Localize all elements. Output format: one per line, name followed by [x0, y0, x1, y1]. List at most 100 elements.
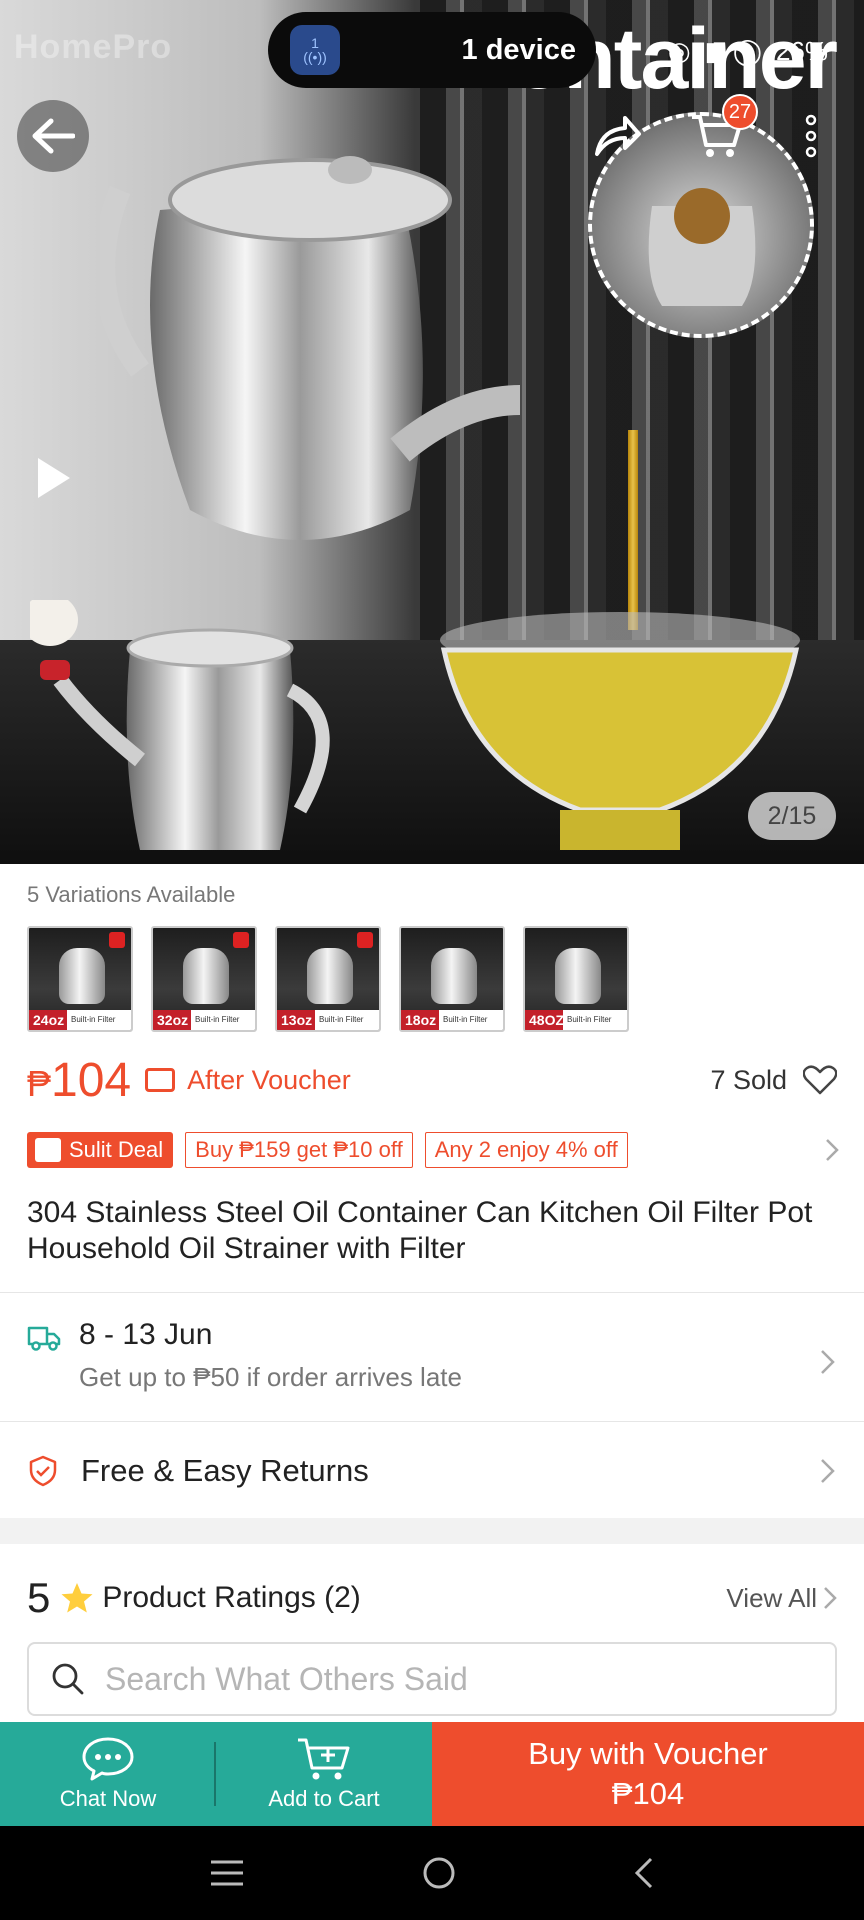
voucher-icon — [145, 1068, 176, 1092]
shipping-guarantee: Get up to ₱50 if order arrives late — [79, 1362, 462, 1392]
sold-count: 7 Sold — [710, 1064, 787, 1095]
after-voucher-label: After Voucher — [187, 1064, 351, 1095]
price-amount: 104 — [51, 1053, 132, 1107]
variation-size-tag: 48OZ — [525, 1010, 569, 1030]
review-search-input[interactable] — [105, 1660, 785, 1698]
kettle-illustration — [100, 156, 520, 540]
price-row: ₱104 After Voucher 7 Sold — [27, 1050, 837, 1110]
product-title: 304 Stainless Steel Oil Container Can Ki… — [27, 1196, 813, 1265]
shipping-row[interactable]: 8 - 13 Jun Get up to ₱50 if order arrive… — [27, 1318, 837, 1408]
variation-strip-text: Built-in Filter — [563, 1010, 627, 1030]
variation-size-tag: 32oz — [153, 1010, 193, 1030]
ratings-label: Product Ratings (2) — [102, 1581, 361, 1614]
truck-icon — [27, 1326, 61, 1351]
recent-apps-icon[interactable] — [209, 1859, 245, 1887]
status-bar: ◎ ▮ ◯ 26% — [668, 36, 828, 67]
variation-thumb[interactable]: 48OZ Built-in Filter — [523, 926, 629, 1032]
share-button[interactable] — [582, 100, 654, 172]
buy-with-voucher-price: ₱104 — [611, 1776, 685, 1811]
buy-with-voucher-label: Buy with Voucher — [528, 1736, 768, 1771]
badge-icon — [109, 932, 125, 948]
badge-icon — [357, 932, 373, 948]
promo-chip: Buy ₱159 get ₱10 off — [185, 1132, 413, 1168]
more-options-button[interactable] — [775, 100, 847, 172]
bottom-bar-separator — [214, 1742, 216, 1806]
add-to-cart-button[interactable]: Add to Cart — [216, 1722, 432, 1826]
watermark-brand: HomePro — [14, 28, 173, 66]
cast-badge-count: 1 — [311, 35, 319, 51]
cast-device-label: 1 device — [461, 33, 576, 66]
view-all-label: View All — [726, 1582, 817, 1613]
hotspot-icon: ◎ — [667, 36, 691, 66]
variation-size-tag: 18oz — [401, 1010, 441, 1030]
variation-strip-text: Built-in Filter — [315, 1010, 379, 1030]
variation-strip-text: Built-in Filter — [191, 1010, 255, 1030]
thumbs-up-icon — [35, 1138, 61, 1162]
variations-label: 5 Variations Available — [27, 882, 236, 907]
cast-icon: 1 ((•)) — [290, 25, 340, 75]
sulit-deal-badge: Sulit Deal — [27, 1132, 174, 1168]
battery-icon: ◯ — [732, 36, 762, 66]
price: ₱104 — [27, 1053, 131, 1108]
chat-now-button[interactable]: Chat Now — [0, 1722, 216, 1826]
search-icon — [52, 1663, 84, 1695]
play-video-icon[interactable] — [34, 456, 74, 500]
rating-score: 5 — [27, 1574, 51, 1621]
chevron-right-icon — [821, 1459, 835, 1483]
product-image-carousel[interactable]: HomePro ontainer 1 ((•)) 1 device ◎ ▮ ◯ … — [0, 0, 864, 864]
shield-check-icon — [29, 1455, 57, 1487]
more-vertical-icon — [805, 114, 817, 158]
chat-icon — [82, 1737, 134, 1781]
home-icon[interactable] — [422, 1856, 456, 1890]
variation-thumb[interactable]: 24oz Built-in Filter — [27, 926, 133, 1032]
chevron-right-icon — [826, 1139, 839, 1161]
chevron-right-icon — [824, 1587, 837, 1609]
badge-icon — [233, 932, 249, 948]
battery-percent: 26% — [775, 36, 828, 66]
star-icon — [61, 1583, 93, 1613]
price-currency: ₱ — [27, 1062, 52, 1104]
returns-row[interactable]: Free & Easy Returns — [27, 1446, 837, 1496]
buy-with-voucher-button[interactable]: Buy with Voucher ₱104 — [432, 1722, 864, 1826]
promo-row[interactable]: Sulit Deal Buy ₱159 get ₱10 off Any 2 en… — [27, 1132, 840, 1168]
arrow-left-icon — [32, 118, 75, 154]
variation-thumbnails: 24oz Built-in Filter 32oz Built-in Filte… — [27, 926, 629, 1032]
kettle-thumbnail-icon — [59, 948, 105, 1004]
kettle-thumbnail-icon — [307, 948, 353, 1004]
add-to-cart-icon — [298, 1738, 350, 1780]
variation-thumb[interactable]: 13oz Built-in Filter — [275, 926, 381, 1032]
heart-icon[interactable] — [803, 1065, 837, 1095]
divider — [0, 1292, 864, 1293]
back-nav-icon[interactable] — [633, 1856, 655, 1890]
cart-button[interactable]: 27 — [680, 94, 758, 172]
variation-thumb[interactable]: 32oz Built-in Filter — [151, 926, 257, 1032]
small-kettle-illustration — [30, 600, 330, 850]
sulit-deal-label: Sulit Deal — [69, 1137, 164, 1162]
promo-chip: Any 2 enjoy 4% off — [424, 1132, 628, 1168]
divider — [0, 1421, 864, 1422]
share-icon — [595, 116, 641, 156]
kettle-thumbnail-icon — [183, 948, 229, 1004]
chevron-right-icon — [821, 1350, 835, 1374]
section-divider — [0, 1518, 864, 1544]
variation-size-tag: 13oz — [277, 1010, 317, 1030]
ratings-header: 5 Product Ratings (2) View All — [27, 1572, 837, 1624]
variation-size-tag: 24oz — [29, 1010, 69, 1030]
back-button[interactable] — [17, 100, 89, 172]
kettle-thumbnail-icon — [431, 948, 477, 1004]
review-search-box[interactable] — [27, 1642, 837, 1716]
variation-strip-text: Built-in Filter — [67, 1010, 131, 1030]
bottom-action-bar: Chat Now Add to Cart Buy with Voucher ₱1… — [0, 1722, 864, 1826]
view-all-link[interactable]: View All — [726, 1583, 837, 1614]
variation-strip-text: Built-in Filter — [439, 1010, 503, 1030]
image-counter: 2/15 — [748, 792, 836, 840]
signal-icon: ▮ — [704, 36, 719, 66]
add-to-cart-label: Add to Cart — [268, 1786, 380, 1811]
returns-label: Free & Easy Returns — [81, 1453, 369, 1488]
oil-stream — [628, 430, 638, 630]
shipping-date: 8 - 13 Jun — [79, 1318, 213, 1351]
variation-thumb[interactable]: 18oz Built-in Filter — [399, 926, 505, 1032]
cast-device-pill[interactable]: 1 ((•)) 1 device — [268, 12, 596, 88]
cart-count-badge: 27 — [722, 94, 758, 130]
kettle-thumbnail-icon — [555, 948, 601, 1004]
